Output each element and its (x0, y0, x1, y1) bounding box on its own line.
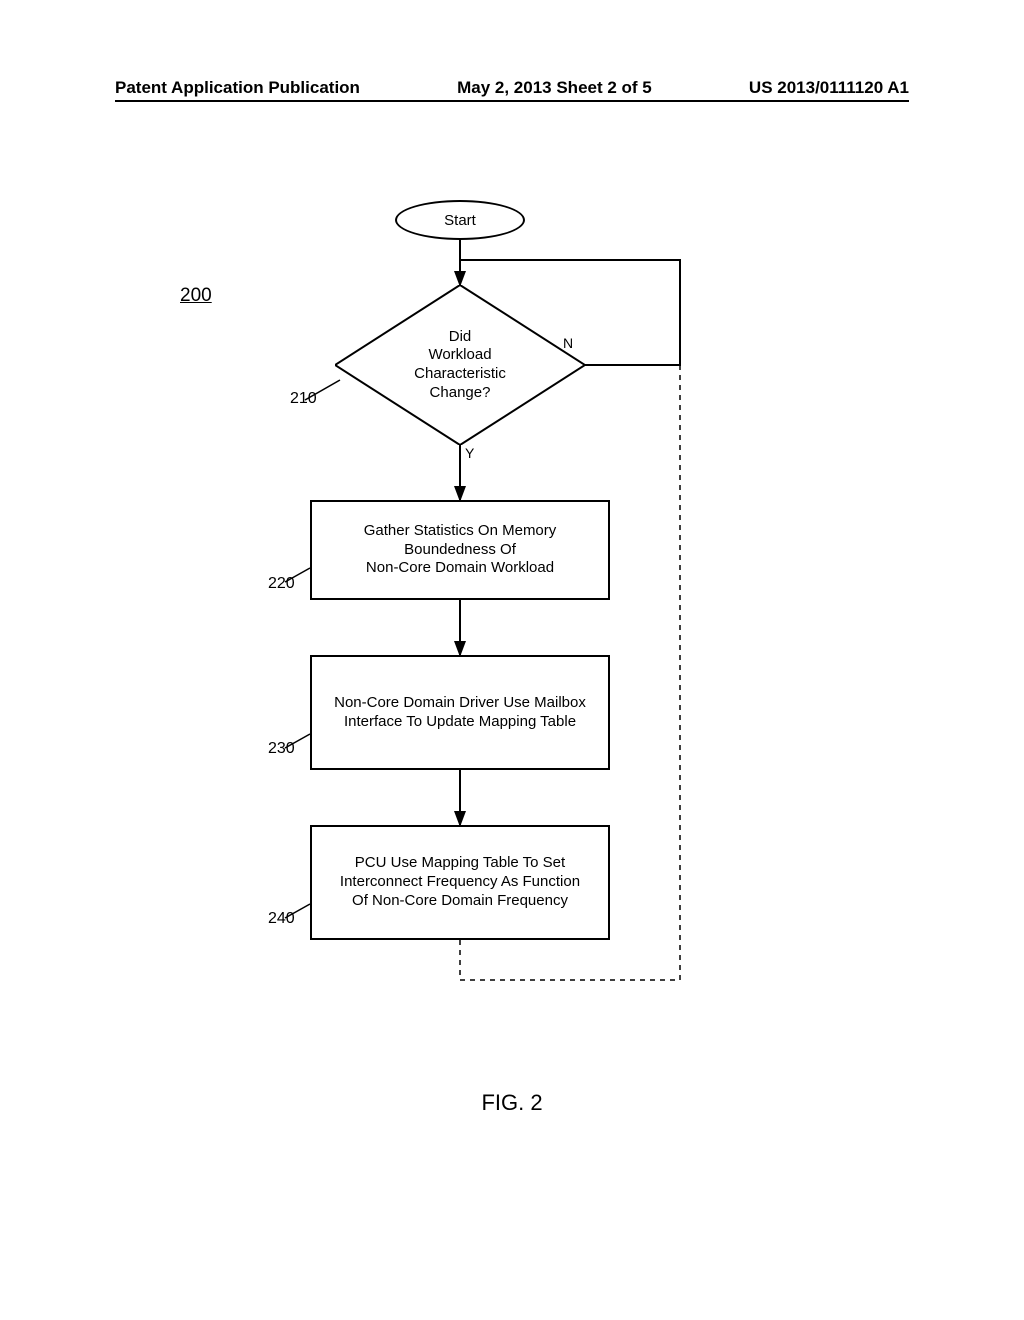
header-rule (115, 100, 909, 102)
ref-230: 230 (268, 740, 295, 758)
ref-220: 220 (268, 575, 295, 593)
process-220-line2: Boundedness Of (404, 541, 516, 560)
process-230: Non-Core Domain Driver Use Mailbox Inter… (310, 655, 610, 770)
process-230-line2: Interface To Update Mapping Table (344, 713, 576, 732)
branch-yes-label: Y (465, 445, 474, 461)
header-left: Patent Application Publication (115, 78, 360, 98)
process-240-line1: PCU Use Mapping Table To Set (355, 854, 565, 873)
ref-210: 210 (290, 390, 317, 408)
page-header: Patent Application Publication May 2, 20… (0, 78, 1024, 98)
header-right: US 2013/0111120 A1 (749, 78, 909, 98)
branch-no-label: N (563, 335, 573, 351)
process-230-line1: Non-Core Domain Driver Use Mailbox (334, 694, 586, 713)
flowchart: 200 Start Did Workload Characteristic Ch… (0, 190, 1024, 1090)
process-240-line3: Of Non-Core Domain Frequency (352, 892, 568, 911)
ref-240: 240 (268, 910, 295, 928)
figure-caption: FIG. 2 (0, 1090, 1024, 1116)
process-220: Gather Statistics On Memory Boundedness … (310, 500, 610, 600)
decision-line1: Did (449, 328, 472, 347)
decision-line4: Change? (430, 384, 491, 403)
decision-text: Did Workload Characteristic Change? (335, 285, 585, 445)
process-240-line2: Interconnect Frequency As Function (340, 873, 580, 892)
start-terminator: Start (395, 200, 525, 240)
decision-210: Did Workload Characteristic Change? (335, 285, 585, 445)
decision-line2: Workload (428, 346, 491, 365)
process-220-line1: Gather Statistics On Memory (364, 522, 557, 541)
process-240: PCU Use Mapping Table To Set Interconnec… (310, 825, 610, 940)
decision-line3: Characteristic (414, 365, 506, 384)
header-center: May 2, 2013 Sheet 2 of 5 (457, 78, 652, 98)
figure-ref-200: 200 (180, 285, 212, 307)
process-220-line3: Non-Core Domain Workload (366, 559, 554, 578)
start-label: Start (444, 212, 476, 229)
